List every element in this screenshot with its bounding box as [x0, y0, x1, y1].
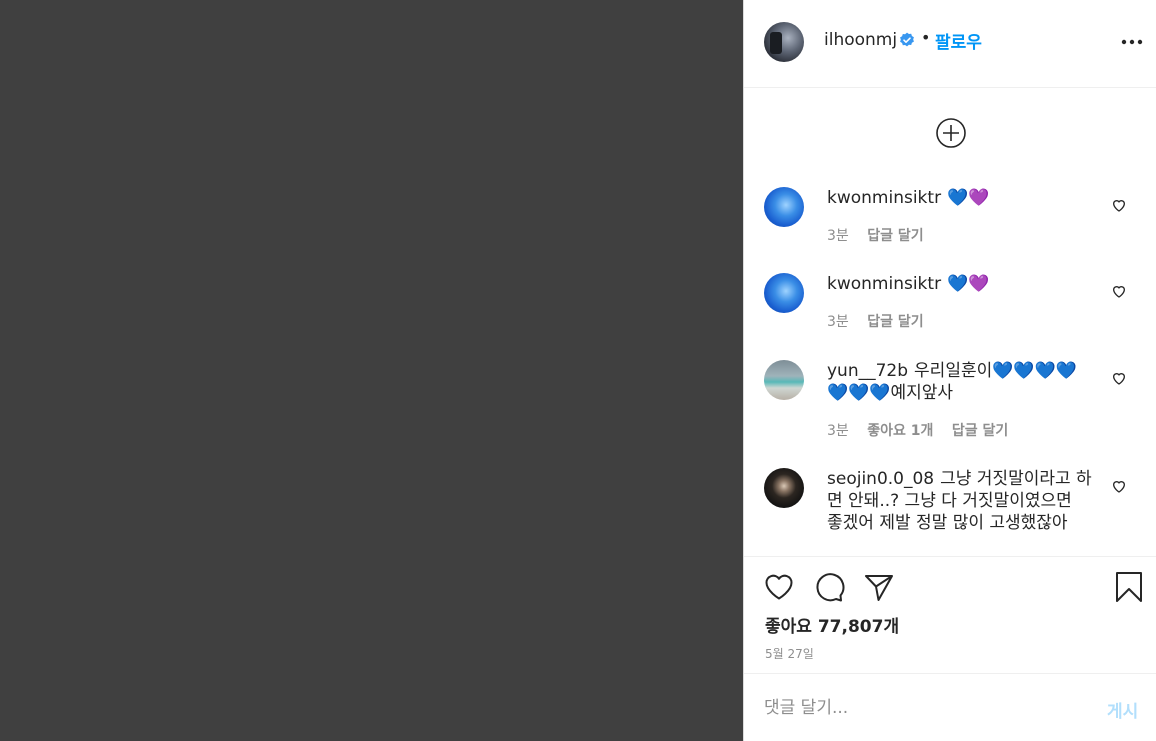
comment-time[interactable]: 3분	[827, 423, 849, 439]
verified-badge-icon	[900, 32, 914, 47]
comment-meta: 3분 좋아요 1개 답글 달기	[827, 420, 1022, 440]
comment-body: yun__72b 우리일훈이💙💙💙💙💙💙💙예지앞사	[827, 360, 1092, 404]
comment-body: kwonminsiktr 💙💜	[827, 187, 1092, 209]
comment-body: seojin0.0_08 그냥 거짓말이라고 하면 안돼..? 그냥 다 거짓말이…	[827, 468, 1092, 534]
post-comment-button[interactable]: 게시	[1107, 697, 1138, 722]
share-icon[interactable]	[863, 571, 895, 603]
comment-text: 💙💜	[947, 274, 990, 294]
comment-time[interactable]: 3분	[827, 314, 849, 330]
header-separator: •	[921, 28, 931, 47]
likes-summary[interactable]: 좋아요 77,807개	[765, 612, 899, 637]
commenter-avatar[interactable]	[764, 273, 804, 313]
comment-likes-count[interactable]: 좋아요 1개	[867, 423, 933, 439]
comment-like-icon[interactable]	[1111, 283, 1127, 299]
post-date[interactable]: 5월 27일	[765, 645, 814, 662]
heart-icon[interactable]	[763, 571, 795, 603]
post-header: ilhoonmj • 팔로우	[744, 0, 1156, 88]
comment-text: 💙💜	[947, 188, 990, 208]
comment-like-icon[interactable]	[1111, 370, 1127, 386]
plus-circle-icon[interactable]	[935, 117, 967, 149]
author-username[interactable]: ilhoonmj	[824, 30, 897, 50]
comments-list[interactable]: kwonminsiktr 💙💜 3분 답글 달기 kwonminsiktr 💙💜 3…	[744, 89, 1156, 556]
post-media[interactable]	[0, 0, 743, 741]
commenter-username[interactable]: yun__72b	[827, 361, 908, 381]
post-actions: 좋아요 77,807개 5월 27일	[744, 556, 1156, 673]
comment-input[interactable]	[764, 695, 1084, 721]
author-avatar[interactable]	[764, 22, 804, 62]
likes-label: 좋아요	[765, 617, 812, 637]
bookmark-icon[interactable]	[1113, 571, 1145, 603]
commenter-username[interactable]: seojin0.0_08	[827, 469, 934, 489]
follow-button[interactable]: 팔로우	[935, 28, 982, 53]
comment-meta: 3분 답글 달기	[827, 225, 938, 245]
comment-composer: 게시	[744, 673, 1156, 741]
post-side-panel: ilhoonmj • 팔로우 kwonminsiktr 💙💜 3분 답글 달기	[743, 0, 1156, 741]
commenter-avatar[interactable]	[764, 187, 804, 227]
comment-like-icon[interactable]	[1111, 478, 1127, 494]
commenter-username[interactable]: kwonminsiktr	[827, 188, 941, 208]
commenter-avatar[interactable]	[764, 360, 804, 400]
comment-time[interactable]: 3분	[827, 228, 849, 244]
reply-button[interactable]: 답글 달기	[952, 423, 1008, 439]
reply-button[interactable]: 답글 달기	[867, 228, 923, 244]
comment-meta: 3분 답글 달기	[827, 311, 938, 331]
comment-icon[interactable]	[813, 571, 845, 603]
reply-button[interactable]: 답글 달기	[867, 314, 923, 330]
comment-body: kwonminsiktr 💙💜	[827, 273, 1092, 295]
commenter-username[interactable]: kwonminsiktr	[827, 274, 941, 294]
comment-like-icon[interactable]	[1111, 197, 1127, 213]
likes-count: 77,807개	[817, 617, 900, 637]
commenter-avatar[interactable]	[764, 468, 804, 508]
more-options-icon[interactable]	[1119, 32, 1145, 52]
